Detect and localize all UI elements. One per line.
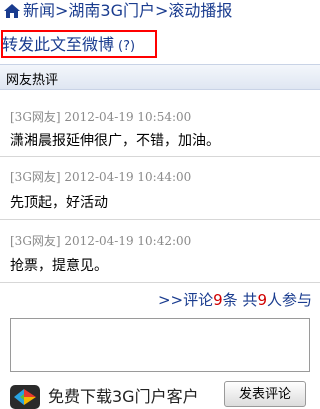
comment-meta: [3G网友] 2012-04-19 10:54:00 (10, 110, 192, 124)
breadcrumb-item-rolling-news[interactable]: 滚动播报 (168, 1, 232, 20)
comment-item: [3G网友] 2012-04-19 10:44:00 先顶起，好活动 (0, 157, 320, 220)
summary-suffix: 人参与 (266, 291, 312, 309)
breadcrumb: 新闻>湖南3G门户>滚动播报 (0, 0, 320, 26)
comment-text: 先顶起，好活动 (10, 195, 108, 211)
share-to-weibo-link[interactable]: 转发此文至微博 (?) (2, 34, 135, 58)
comment-count: 9 (213, 291, 223, 309)
participant-count: 9 (257, 291, 267, 309)
summary-middle: 条 共 (222, 291, 258, 309)
section-title: 网友热评 (6, 73, 59, 88)
breadcrumb-item-hunan-3g[interactable]: 湖南3G门户 (68, 1, 155, 20)
comment-input[interactable] (10, 318, 310, 372)
summary-prefix[interactable]: >>评论 (158, 291, 213, 309)
comment-text: 抢票，提意见。 (10, 258, 108, 274)
comment-item: [3G网友] 2012-04-19 10:54:00 潇湘晨报延伸很广，不错，加… (0, 91, 320, 157)
comment-item: [3G网友] 2012-04-19 10:42:00 抢票，提意见。 (0, 220, 320, 283)
download-client-link[interactable]: 免费下载3G门户客户 (48, 386, 199, 408)
comment-meta: [3G网友] 2012-04-19 10:42:00 (10, 234, 192, 248)
comment-meta: [3G网友] 2012-04-19 10:44:00 (10, 170, 192, 184)
hot-comments-header: 网友热评 (0, 64, 320, 90)
breadcrumb-item-news[interactable]: 新闻 (23, 1, 55, 20)
home-icon[interactable] (3, 3, 21, 19)
app-logo-icon[interactable] (10, 385, 40, 409)
comment-text: 潇湘晨报延伸很广，不错，加油。 (10, 133, 220, 149)
comment-summary[interactable]: >>评论9条 共9人参与 (158, 289, 312, 310)
share-help-link[interactable]: (?) (118, 39, 135, 54)
post-comment-button[interactable]: 发表评论 (224, 381, 306, 407)
breadcrumb-separator: > (155, 1, 169, 20)
breadcrumb-separator: > (55, 1, 69, 20)
share-to-weibo-label[interactable]: 转发此文至微博 (2, 35, 114, 54)
